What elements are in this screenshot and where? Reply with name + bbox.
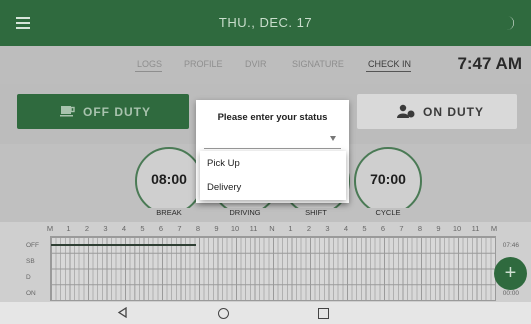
duty-status-line: [51, 244, 196, 246]
top-app-bar: THU., DEC. 17: [0, 0, 531, 46]
hour-label: 5: [362, 224, 367, 233]
hour-label: 8: [195, 224, 201, 233]
row-label-sb: SB: [26, 258, 35, 265]
tab-logs[interactable]: LOGS: [137, 59, 162, 69]
timer-value: 70:00: [370, 171, 406, 187]
eld-app-screen: THU., DEC. 17 LOGS PROFILE DVIR SIGNATUR…: [0, 0, 531, 324]
hour-label: 1: [288, 224, 293, 233]
hour-label: 6: [158, 224, 164, 233]
on-duty-label: ON DUTY: [423, 105, 484, 119]
off-duty-button[interactable]: OFF DUTY: [17, 94, 189, 129]
hour-label: 11: [471, 224, 480, 233]
on-total-time: 00:00: [502, 290, 519, 297]
tab-profile[interactable]: PROFILE: [184, 59, 223, 69]
tab-signature[interactable]: SIGNATURE: [292, 59, 344, 69]
hour-label: N: [269, 224, 275, 233]
off-total-time: 07:46: [502, 242, 519, 249]
hour-label: M: [490, 224, 498, 233]
tab-dvir[interactable]: DVIR: [245, 59, 267, 69]
home-icon[interactable]: [218, 308, 229, 319]
timer-label: CYCLE: [346, 208, 430, 217]
hour-label: 10: [230, 224, 240, 233]
tab-bar: LOGS PROFILE DVIR SIGNATURE CHECK IN 7:4…: [0, 46, 531, 84]
timer-value: 08:00: [151, 171, 187, 187]
on-duty-button[interactable]: ON DUTY: [357, 94, 517, 129]
back-icon[interactable]: [117, 307, 128, 318]
moon-icon[interactable]: [503, 15, 517, 31]
hour-label: 4: [343, 224, 349, 233]
hour-label: M: [46, 224, 54, 233]
duty-log-graph: M 1 2 3 4 5 6 7 8 9 10 11 N 1 2 3 4 5 6 …: [0, 222, 531, 302]
system-nav-bar: [0, 302, 531, 324]
hour-label: 8: [417, 224, 423, 233]
current-time: 7:47 AM: [457, 54, 522, 73]
hour-label: 3: [103, 224, 108, 233]
hour-label: 7: [177, 224, 182, 233]
dialog-title: Please enter your status: [217, 112, 328, 123]
hour-label: 11: [249, 224, 258, 233]
break-timer: 08:00 BREAK: [127, 147, 211, 217]
hour-label: 9: [214, 224, 219, 233]
hour-label: 2: [84, 224, 90, 233]
hour-label: 9: [436, 224, 441, 233]
option-delivery[interactable]: Delivery: [207, 182, 241, 193]
add-fab-button[interactable]: +: [494, 257, 527, 290]
hour-label: 3: [325, 224, 330, 233]
row-label-off: OFF: [26, 242, 39, 249]
hour-label: 10: [452, 224, 462, 233]
current-date: THU., DEC. 17: [218, 15, 313, 30]
status-select[interactable]: [204, 130, 341, 149]
row-label-on: ON: [26, 290, 36, 297]
hour-label: 5: [140, 224, 145, 233]
hour-label: 2: [306, 224, 312, 233]
hour-label: 6: [380, 224, 386, 233]
timer-label: BREAK: [127, 208, 211, 217]
hour-label: 7: [399, 224, 404, 233]
recent-apps-icon[interactable]: [318, 308, 329, 319]
tab-check-in[interactable]: CHECK IN: [368, 59, 411, 69]
hour-label: 4: [121, 224, 127, 233]
status-dropdown-menu: Pick Up Delivery: [200, 151, 346, 200]
off-duty-label: OFF DUTY: [83, 105, 151, 119]
tab-underline: [135, 71, 162, 72]
row-label-d: D: [26, 274, 31, 281]
cycle-timer: 70:00 CYCLE: [346, 147, 430, 217]
tab-active-underline: [366, 71, 411, 72]
dropdown-arrow-icon: [330, 136, 336, 141]
coffee-cup-icon: [60, 106, 75, 117]
hour-label: 1: [66, 224, 71, 233]
driver-user-icon: [397, 104, 415, 118]
option-pick-up[interactable]: Pick Up: [207, 158, 240, 169]
